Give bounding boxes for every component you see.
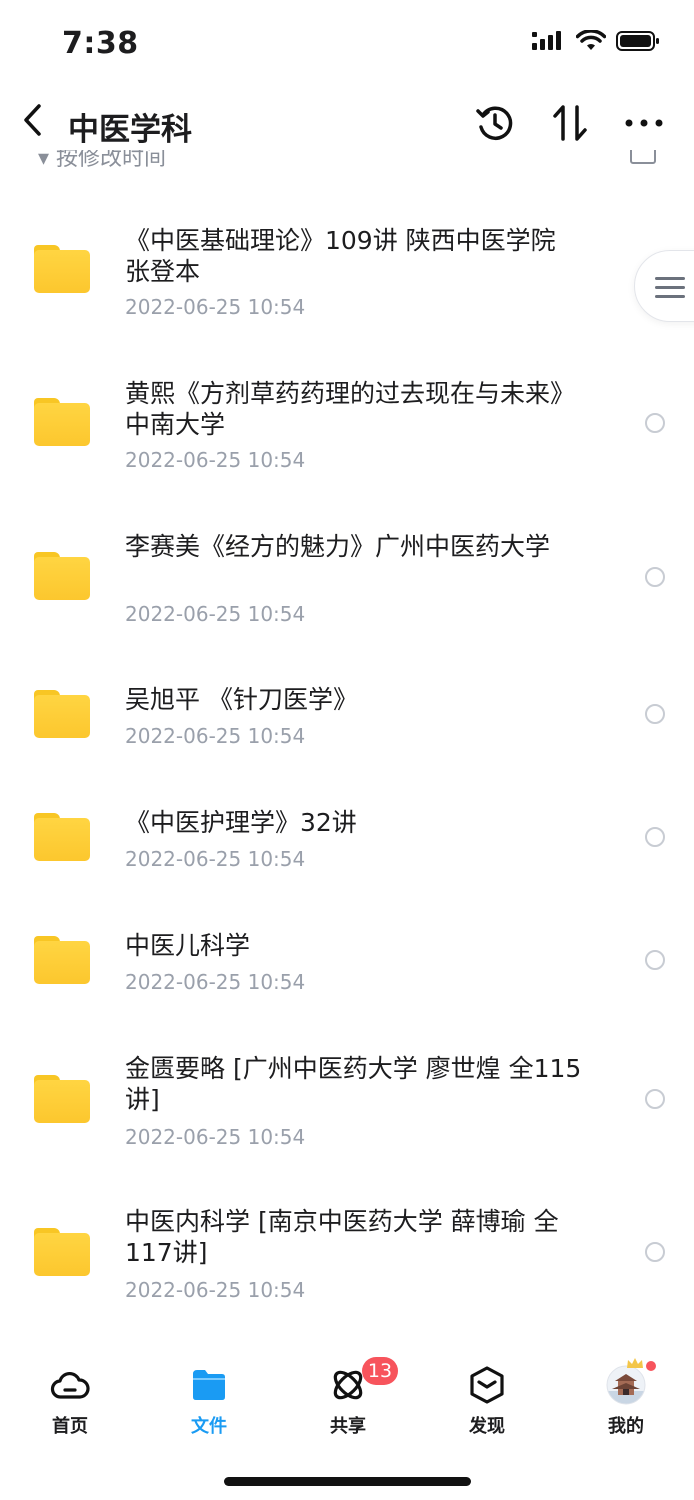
share-badge: 13	[362, 1357, 398, 1385]
sort-button[interactable]	[545, 98, 595, 148]
avatar	[606, 1365, 646, 1405]
file-date: 2022-06-25 10:54	[125, 724, 306, 748]
file-name: 金匮要略 [广州中医药大学 廖世煌 全115讲]	[125, 1054, 582, 1114]
tab-me-label: 我的	[608, 1416, 644, 1437]
battery-icon	[616, 31, 659, 51]
select-checkbox[interactable]	[645, 1242, 665, 1262]
select-checkbox[interactable]	[645, 950, 665, 970]
status-bar: 7:38	[0, 0, 694, 88]
file-date: 2022-06-25 10:54	[125, 1278, 306, 1302]
file-name: 中医儿科学	[125, 931, 251, 960]
folder-icon	[34, 813, 90, 861]
folder-icon	[34, 1075, 90, 1123]
bottom-tab-bar: 首页 文件 共享 发现 我的	[0, 1345, 694, 1455]
status-icons	[532, 30, 660, 52]
tab-files-label: 文件	[191, 1416, 227, 1437]
folder-icon	[34, 398, 90, 446]
cloud-icon	[50, 1371, 90, 1399]
file-date: 2022-06-25 10:54	[125, 295, 306, 319]
file-date: 2022-06-25 10:54	[125, 847, 306, 871]
select-checkbox[interactable]	[645, 1089, 665, 1109]
floating-menu-button[interactable]	[634, 250, 694, 322]
file-date: 2022-06-25 10:54	[125, 970, 306, 994]
select-checkbox[interactable]	[645, 413, 665, 433]
tab-home[interactable]: 首页	[20, 1345, 120, 1445]
select-checkbox[interactable]	[645, 827, 665, 847]
crown-icon	[626, 1354, 644, 1368]
navigation-bar: 中医学科	[0, 88, 694, 158]
folder-icon	[34, 552, 90, 600]
sort-label[interactable]: ▾ 按修改时间	[38, 150, 166, 172]
file-name: 李赛美《经方的魅力》广州中医药大学	[125, 532, 551, 561]
notification-dot	[644, 1359, 658, 1373]
cube-icon	[470, 1366, 504, 1404]
file-date: 2022-06-25 10:54	[125, 448, 306, 472]
more-button[interactable]	[619, 98, 669, 148]
file-date: 2022-06-25 10:54	[125, 1125, 306, 1149]
sort-label-text: 按修改时间	[56, 150, 167, 171]
sort-row: ▾ 按修改时间	[0, 150, 694, 172]
back-button[interactable]	[14, 100, 50, 140]
tab-files[interactable]: 文件	[159, 1345, 259, 1445]
page-title: 中医学科	[68, 112, 192, 148]
tab-discover-label: 发现	[469, 1416, 505, 1437]
file-name: 《中医基础理论》109讲 陕西中医学院 张登本	[125, 226, 556, 286]
tab-share-label: 共享	[330, 1416, 366, 1437]
cellular-signal-icon	[532, 31, 561, 50]
file-date: 2022-06-25 10:54	[125, 602, 306, 626]
view-toggle-icon[interactable]	[630, 150, 656, 164]
folder-icon	[34, 245, 90, 293]
folder-icon	[193, 1370, 225, 1400]
file-name: 中医内科学 [南京中医药大学 薛博瑜 全117讲]	[125, 1207, 559, 1267]
file-name: 吴旭平 《针刀医学》	[125, 685, 358, 714]
chevron-left-icon	[24, 104, 41, 136]
folder-icon	[34, 690, 90, 738]
tab-home-label: 首页	[52, 1416, 88, 1437]
hamburger-icon	[655, 277, 685, 304]
tab-discover[interactable]: 发现	[437, 1345, 537, 1445]
file-name: 黄熙《方剂草药药理的过去现在与未来》中南大学	[125, 379, 576, 439]
history-icon	[476, 106, 513, 140]
select-checkbox[interactable]	[645, 704, 665, 724]
history-button[interactable]	[470, 98, 520, 148]
sort-arrows-icon	[553, 105, 587, 141]
wifi-icon	[576, 30, 606, 50]
status-time: 7:38	[62, 26, 139, 61]
more-dots-icon	[625, 119, 663, 127]
select-checkbox[interactable]	[645, 567, 665, 587]
folder-icon	[34, 1228, 90, 1276]
home-indicator	[224, 1477, 471, 1486]
folder-icon	[34, 936, 90, 984]
file-name: 《中医护理学》32讲	[125, 808, 357, 837]
